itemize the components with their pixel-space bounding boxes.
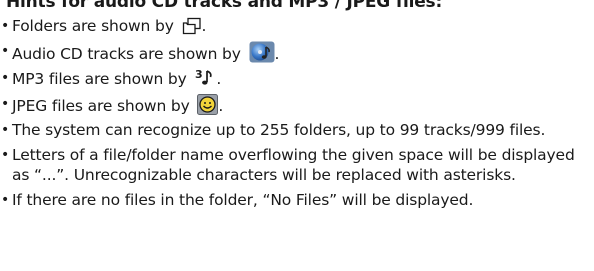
list-item-text: JPEG files are shown by [12, 96, 190, 115]
list-item-overflow: • Letters of a file/folder name overflow… [0, 145, 594, 186]
list-item-no-files: • If there are no files in the folder, “… [0, 190, 594, 211]
folder-icon [182, 17, 202, 35]
bullet: • [1, 70, 10, 86]
list-item-suffix: . [274, 44, 280, 63]
bullet: • [1, 95, 10, 112]
audio-cd-icon [249, 41, 275, 63]
list-item-audio-cd: • Audio CD tracks are shown by . [0, 41, 594, 65]
section-heading: Hints for audio CD tracks and MP3 / JPEG… [6, 0, 443, 12]
list-item-suffix: . [218, 96, 224, 115]
bullet: • [1, 146, 10, 163]
list-item-text: Audio CD tracks are shown by [12, 44, 241, 63]
list-item-limits: • The system can recognize up to 255 fol… [0, 120, 594, 141]
mp3-icon-label: 3 [195, 68, 203, 81]
list-item-jpeg: • JPEG files are shown by . [0, 93, 594, 117]
list-item-text: Letters of a file/folder name overflowin… [12, 145, 575, 185]
list-item-text: The system can recognize up to 255 folde… [12, 121, 546, 139]
jpeg-smiley-icon [197, 93, 219, 115]
list-item-mp3: • MP3 files are shown by 3 . [0, 68, 594, 90]
hints-list: • Folders are shown by . • Audio CD trac… [0, 16, 594, 210]
bullet: • [1, 18, 10, 34]
bullet: • [1, 191, 10, 208]
list-item-suffix: . [201, 17, 207, 35]
document: Hints for audio CD tracks and MP3 / JPEG… [0, 0, 594, 214]
bullet: • [1, 122, 10, 138]
list-item-suffix: . [216, 70, 222, 88]
list-item-text: If there are no files in the folder, “No… [12, 190, 474, 209]
list-item-text: Folders are shown by [12, 17, 174, 35]
bullet: • [1, 42, 10, 59]
list-item-text: MP3 files are shown by [12, 70, 187, 88]
mp3-note-icon: 3 [194, 68, 216, 88]
list-item-folders: • Folders are shown by . [0, 16, 594, 37]
